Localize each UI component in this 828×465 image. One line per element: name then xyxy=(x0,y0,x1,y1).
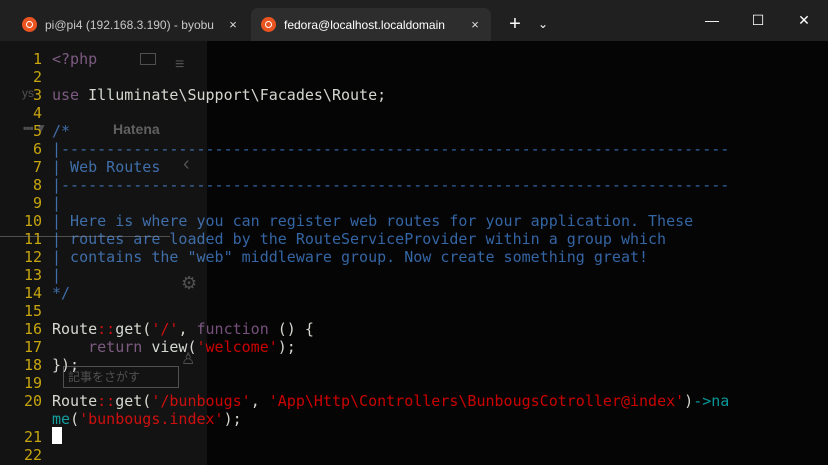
code-token: get( xyxy=(115,320,152,338)
code-token: <?php xyxy=(52,50,98,68)
line-number: 1 xyxy=(32,50,42,68)
line-number: 21 xyxy=(23,428,42,446)
line-code: */ xyxy=(52,284,70,302)
code-token: me xyxy=(52,410,71,428)
code-token: :: xyxy=(97,320,116,338)
code-token: get( xyxy=(115,392,152,410)
minimize-button[interactable]: — xyxy=(689,6,735,34)
tab-pi-byobu[interactable]: pi@pi4 (192.168.3.190) - byobu × xyxy=(8,8,249,41)
tab-fedora[interactable]: fedora@localhost.localdomain × xyxy=(251,8,491,41)
code-token: na xyxy=(711,392,730,410)
code-token: Route xyxy=(52,320,98,338)
code-token: 'welcome' xyxy=(196,338,278,356)
line-code: /* xyxy=(52,122,70,140)
code-token: ); xyxy=(277,338,296,356)
code-token: */ xyxy=(52,284,71,302)
line-number: 19 xyxy=(23,374,42,392)
code-token: ( xyxy=(70,410,80,428)
line-number: 9 xyxy=(32,194,42,212)
code-token: -> xyxy=(693,392,712,410)
line-number: 8 xyxy=(32,176,42,194)
code-token: |---------------------------------------… xyxy=(52,140,730,158)
code-token: Illuminate\Support\Facades\Route; xyxy=(79,86,387,104)
code-token: }); xyxy=(52,356,80,374)
line-number: 4 xyxy=(32,104,42,122)
line-code: Route::get('/', function () { xyxy=(52,320,314,338)
code-token: view( xyxy=(142,338,197,356)
code-token: ); xyxy=(223,410,242,428)
code-token: | routes are loaded by the RouteServiceP… xyxy=(52,230,667,248)
line-number: 6 xyxy=(32,140,42,158)
line-number: 16 xyxy=(23,320,42,338)
code-token: () { xyxy=(268,320,314,338)
ubuntu-icon xyxy=(261,17,276,32)
maximize-button[interactable]: ☐ xyxy=(735,6,781,34)
line-number: 10 xyxy=(23,212,42,230)
code-token: | xyxy=(52,194,62,212)
ubuntu-icon xyxy=(22,17,37,32)
line-code: | xyxy=(52,266,61,284)
code-token: 'App\Http\Controllers\BunbougsCotroller@… xyxy=(268,392,685,410)
line-number: 5 xyxy=(32,122,42,140)
line-number: 7 xyxy=(32,158,42,176)
code-token: '/' xyxy=(151,320,179,338)
line-number: 3 xyxy=(32,86,42,104)
code-token: function xyxy=(196,320,269,338)
code-token: 'bunbougs.index' xyxy=(79,410,224,428)
line-code: <?php xyxy=(52,50,97,68)
close-tab-button[interactable]: × xyxy=(223,17,243,32)
code-token: | Here is where you can register web rou… xyxy=(52,212,694,230)
code-token: /* xyxy=(52,122,71,140)
line-code: | routes are loaded by the RouteServiceP… xyxy=(52,230,666,248)
line-code: me('bunbougs.index'); xyxy=(52,410,242,428)
line-number: 22 xyxy=(23,446,42,464)
line-number: 20 xyxy=(23,392,42,410)
chevron-down-icon[interactable]: ⌄ xyxy=(533,12,553,36)
code-token: , xyxy=(178,320,197,338)
line-number: 18 xyxy=(23,356,42,374)
line-number: 11 xyxy=(23,230,42,248)
code-token: Route xyxy=(52,392,98,410)
line-code: }); xyxy=(52,356,79,374)
tab-title: fedora@localhost.localdomain xyxy=(284,17,445,32)
code-token: return xyxy=(88,338,143,356)
line-code: |---------------------------------------… xyxy=(52,140,729,158)
line-code: Route::get('/bunbougs', 'App\Http\Contro… xyxy=(52,392,729,410)
line-code: | xyxy=(52,194,61,212)
code-token: | xyxy=(52,266,62,284)
line-number: 15 xyxy=(23,302,42,320)
code-token: :: xyxy=(97,392,116,410)
line-number: 13 xyxy=(23,266,42,284)
line-code: |---------------------------------------… xyxy=(52,176,729,194)
new-tab-button[interactable]: + xyxy=(503,12,527,36)
line-code: | contains the "web" middleware group. N… xyxy=(52,248,648,266)
code-token: ) xyxy=(684,392,694,410)
code-token: | Web Routes xyxy=(52,158,161,176)
line-code: use Illuminate\Support\Facades\Route; xyxy=(52,86,386,104)
line-number: 17 xyxy=(23,338,42,356)
terminal-pane[interactable]: 1 <?php 2 3 use Illuminate\Support\Facades\R… xyxy=(0,41,828,465)
line-code: return view('welcome'); xyxy=(52,338,296,356)
line-number: 2 xyxy=(32,68,42,86)
line-number: 12 xyxy=(23,248,42,266)
code-token: '/bunbougs' xyxy=(151,392,251,410)
code-token: , xyxy=(250,392,269,410)
text-cursor xyxy=(52,427,62,444)
code-token: | contains the "web" middleware group. N… xyxy=(52,248,649,266)
tab-bar: pi@pi4 (192.168.3.190) - byobu × fedora@… xyxy=(0,0,828,41)
line-number: 14 xyxy=(23,284,42,302)
code-token: use xyxy=(52,86,80,104)
close-window-button[interactable]: ✕ xyxy=(781,6,827,34)
line-code: | Web Routes xyxy=(52,158,160,176)
code-token: |---------------------------------------… xyxy=(52,176,730,194)
tab-title: pi@pi4 (192.168.3.190) - byobu xyxy=(45,17,214,32)
line-code: | Here is where you can register web rou… xyxy=(52,212,693,230)
close-tab-button[interactable]: × xyxy=(465,17,485,32)
